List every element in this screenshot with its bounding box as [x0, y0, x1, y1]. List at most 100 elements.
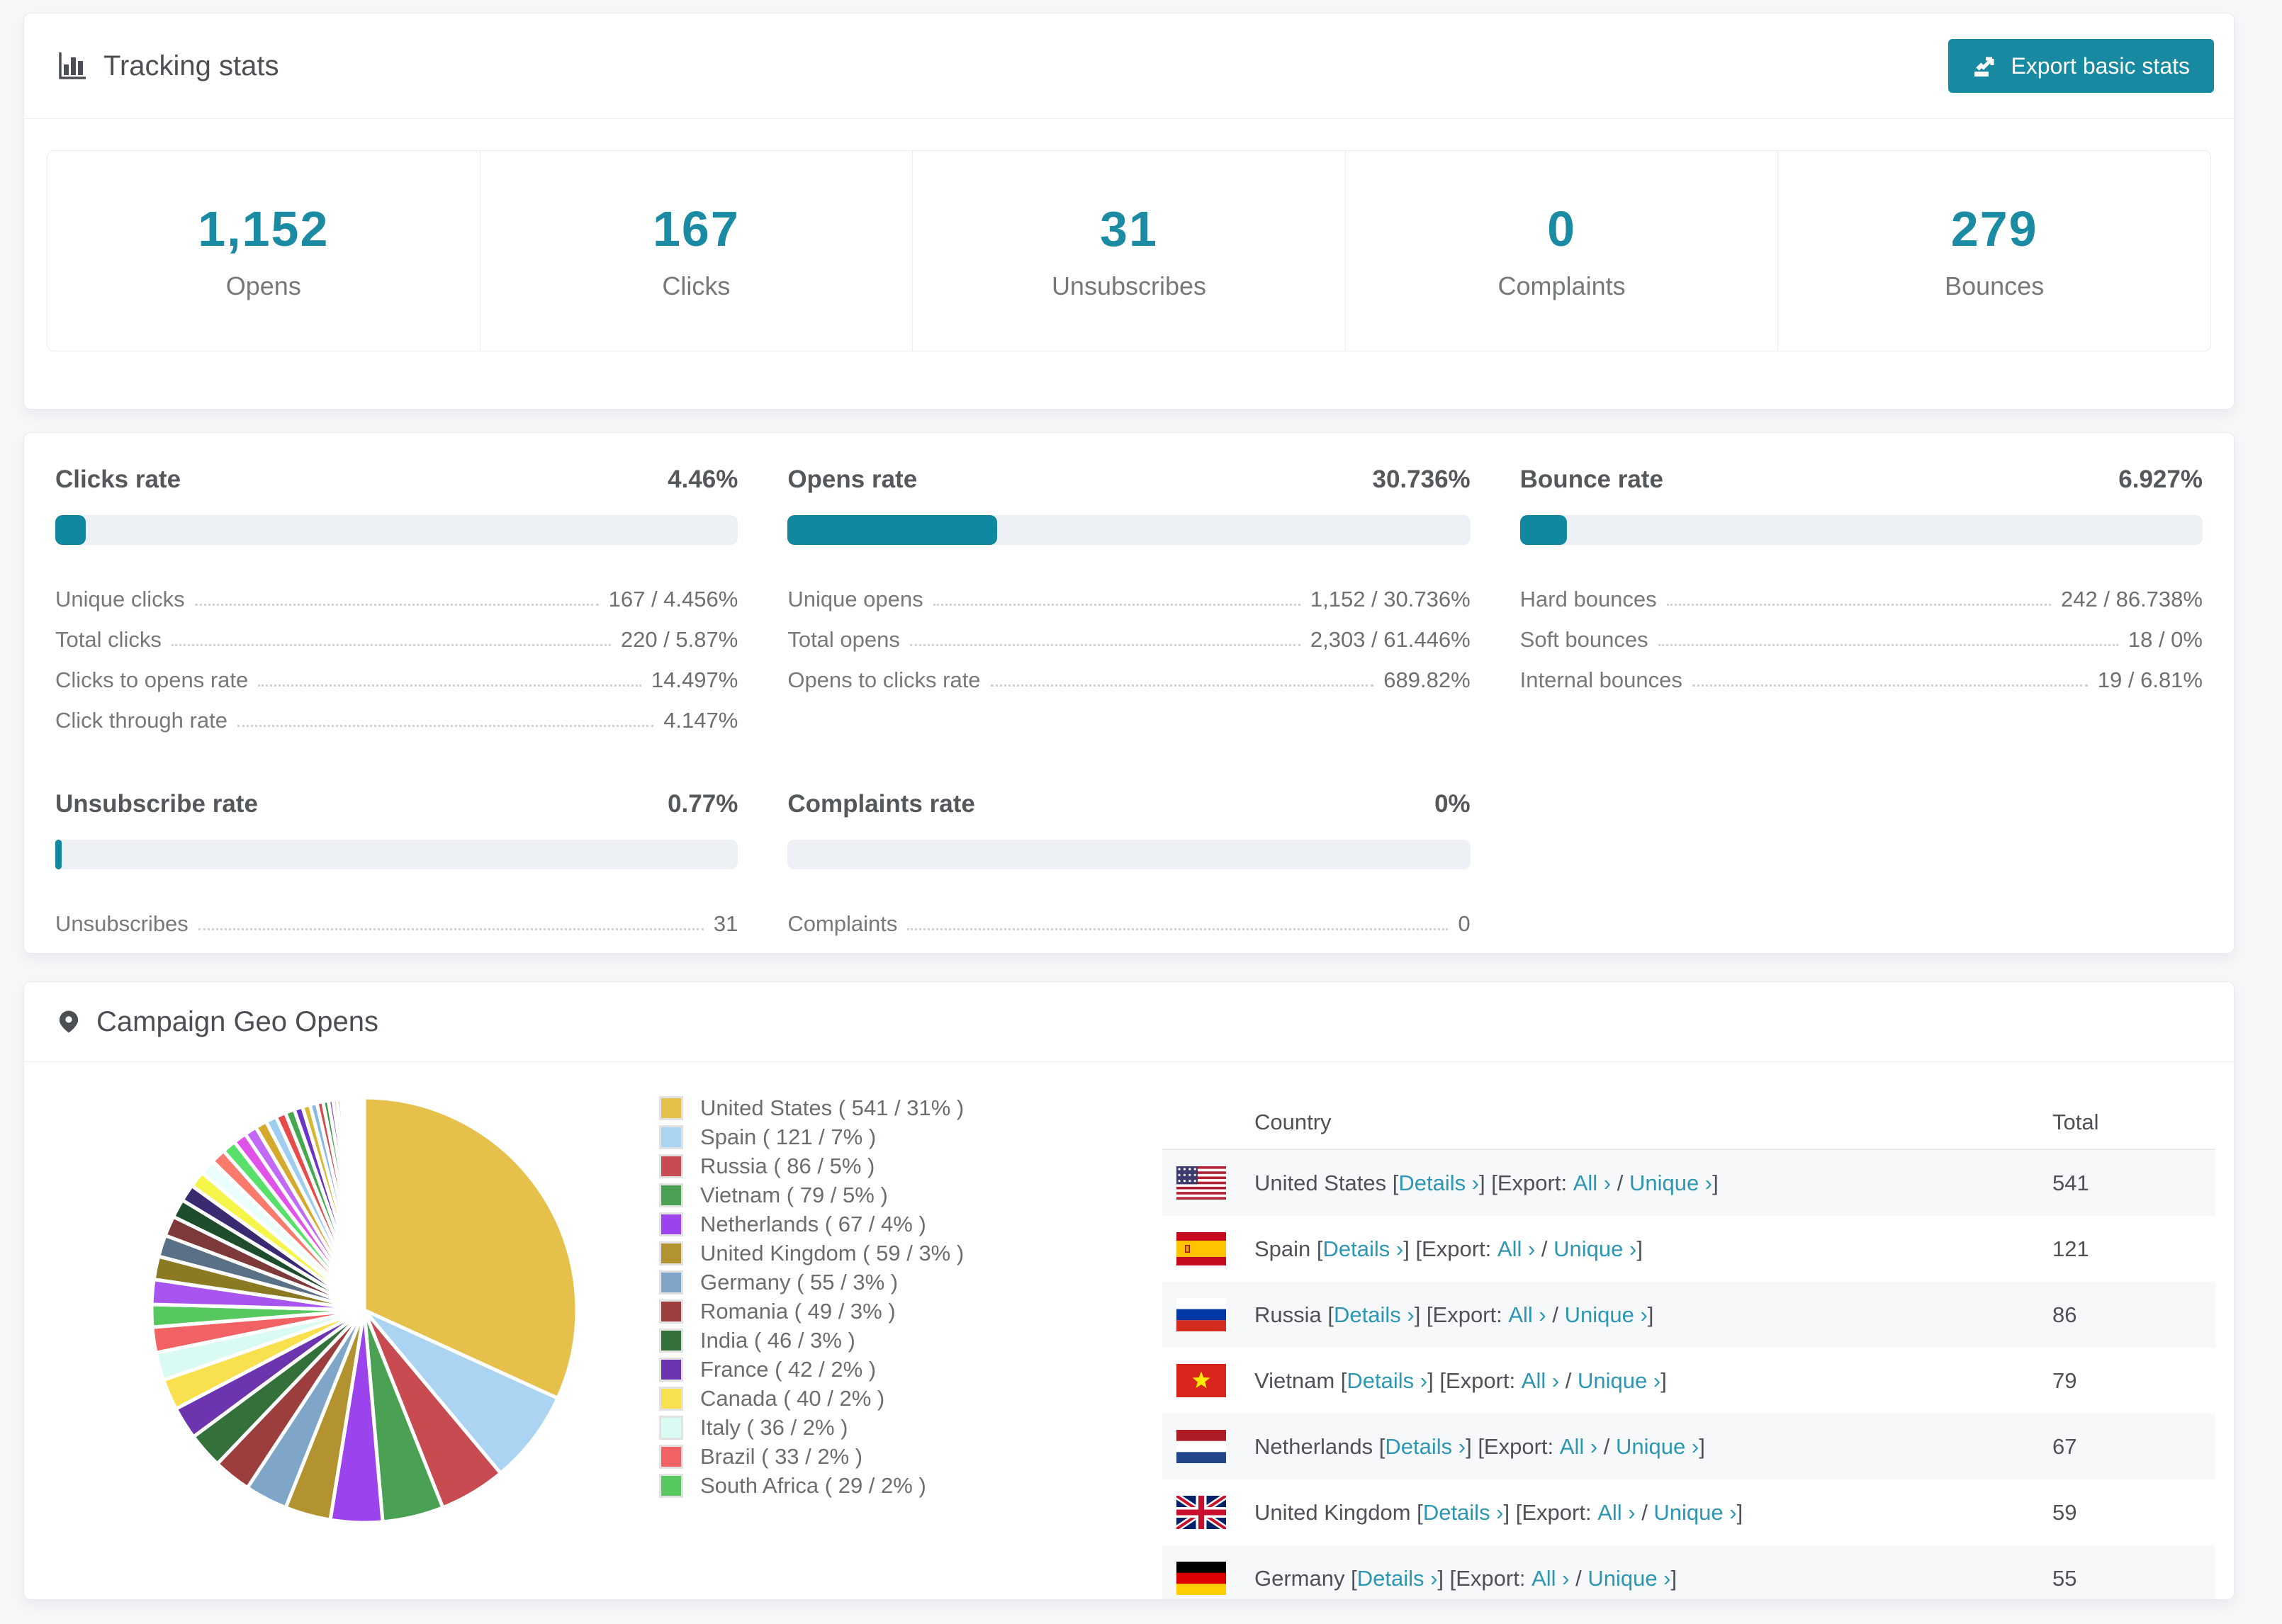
dotted-leader [933, 604, 1300, 606]
bracket-close: ] [1736, 1499, 1743, 1525]
dotted-leader [171, 644, 611, 646]
country-name: Spain [ [1254, 1236, 1323, 1261]
legend-label: United States ( 541 / 31% ) [700, 1095, 965, 1120]
export-unique-link[interactable]: Unique › [1653, 1500, 1736, 1526]
export-unique-link[interactable]: Unique › [1616, 1434, 1699, 1460]
rate-row: Unique opens 1,152 / 30.736% [787, 572, 1470, 612]
rate-progress-bar [55, 515, 738, 545]
export-all-link[interactable]: All › [1522, 1368, 1559, 1394]
export-all-link[interactable]: All › [1560, 1434, 1597, 1460]
export-label: ] [Export: [1466, 1433, 1560, 1459]
details-link[interactable]: Details › [1357, 1566, 1438, 1591]
slash: / [1546, 1302, 1565, 1327]
total-cell: 67 [2052, 1433, 2077, 1459]
rate-row-label: Total opens [787, 627, 900, 652]
export-basic-stats-button[interactable]: Export basic stats [1948, 39, 2214, 93]
stat-label: Unsubscribes [1051, 271, 1207, 300]
export-all-link[interactable]: All › [1573, 1171, 1611, 1196]
rate-row: Clicks to opens rate 14.497% [55, 653, 738, 693]
total-cell: 79 [2052, 1368, 2077, 1393]
legend-swatch [659, 1183, 683, 1207]
stat-cell-unsubscribes: 31 Unsubscribes [912, 151, 1345, 351]
details-link[interactable]: Details › [1334, 1302, 1415, 1328]
legend-item: Canada ( 40 / 2% ) [659, 1384, 1120, 1413]
legend-label: Italy ( 36 / 2% ) [700, 1414, 848, 1440]
export-label: ] [Export: [1414, 1302, 1509, 1327]
export-unique-link[interactable]: Unique › [1578, 1368, 1660, 1394]
country-name: Germany [ [1254, 1565, 1357, 1591]
total-cell: 121 [2052, 1236, 2089, 1261]
dotted-leader [909, 644, 1300, 646]
table-row: Spain [Details ›] [Export: All › / Uniqu… [1162, 1216, 2215, 1282]
export-all-link[interactable]: All › [1508, 1302, 1546, 1328]
export-unique-link[interactable]: Unique › [1565, 1302, 1648, 1328]
country-flag-nl [1176, 1430, 1226, 1463]
details-link[interactable]: Details › [1323, 1236, 1404, 1262]
export-unique-link[interactable]: Unique › [1553, 1236, 1636, 1262]
details-link[interactable]: Details › [1398, 1171, 1479, 1196]
total-cell: 55 [2052, 1565, 2077, 1591]
dotted-leader [258, 684, 641, 687]
bracket-close: ] [1670, 1565, 1677, 1591]
rate-rows: Hard bounces 242 / 86.738% Soft bounces 18 … [1520, 572, 2203, 693]
stat-label: Complaints [1497, 271, 1626, 300]
export-label: ] [Export: [1479, 1170, 1573, 1195]
table-row: Netherlands [Details ›] [Export: All › /… [1162, 1414, 2215, 1479]
slash: / [1597, 1433, 1616, 1459]
rate-row-value: 18 / 0% [2128, 627, 2203, 652]
rate-row-label: Total clicks [55, 627, 162, 652]
legend-item: United Kingdom ( 59 / 3% ) [659, 1239, 1120, 1268]
page-title: Tracking stats [103, 50, 279, 81]
export-label: ] [Export: [1503, 1499, 1598, 1525]
rate-row-value: 2,303 / 61.446% [1310, 627, 1471, 652]
legend-label: France ( 42 / 2% ) [700, 1356, 877, 1382]
geo-table: Country Total United States [Details ›] … [1162, 1096, 2215, 1599]
export-button-label: Export basic stats [2011, 52, 2190, 79]
export-unique-link[interactable]: Unique › [1629, 1171, 1712, 1196]
details-link[interactable]: Details › [1423, 1500, 1504, 1526]
export-all-link[interactable]: All › [1531, 1566, 1569, 1591]
legend-label: Vietnam ( 79 / 5% ) [700, 1182, 888, 1207]
export-label: ] [Export: [1437, 1565, 1532, 1591]
legend-label: Russia ( 86 / 5% ) [700, 1153, 875, 1178]
rate-row: Unsubscribes 31 [55, 896, 738, 937]
rate-rows: Unsubscribes 31 [55, 896, 738, 937]
country-cell: Spain [Details ›] [Export: All › / Uniqu… [1254, 1236, 2052, 1262]
rate-block-clicks: Clicks rate 4.46% Unique clicks 167 / 4.456… [55, 454, 738, 733]
rate-head: Clicks rate 4.46% [55, 454, 738, 515]
stat-value: 0 [1547, 201, 1577, 256]
dotted-leader [1658, 644, 2118, 646]
stat-cell-complaints: 0 Complaints [1344, 151, 1778, 351]
legend-label: India ( 46 / 3% ) [700, 1327, 855, 1353]
legend-label: Brazil ( 33 / 2% ) [700, 1443, 863, 1469]
legend-label: Canada ( 40 / 2% ) [700, 1385, 885, 1411]
slash: / [1569, 1565, 1588, 1591]
geo-table-header: Country Total [1162, 1096, 2215, 1150]
details-link[interactable]: Details › [1347, 1368, 1427, 1394]
total-cell: 86 [2052, 1302, 2077, 1327]
rate-progress-bar [55, 840, 738, 869]
legend-label: Germany ( 55 / 3% ) [700, 1269, 899, 1295]
country-flag-es [1176, 1232, 1226, 1265]
rate-row-value: 31 [713, 911, 738, 936]
rate-rows: Complaints 0 [787, 896, 1470, 937]
country-flag-de [1176, 1562, 1226, 1595]
dotted-leader [1692, 684, 2088, 687]
export-all-link[interactable]: All › [1597, 1500, 1635, 1526]
country-cell: Russia [Details ›] [Export: All › / Uniq… [1254, 1302, 2052, 1328]
legend-swatch [659, 1473, 683, 1498]
total-cell: 59 [2052, 1499, 2077, 1525]
rate-title: Unsubscribe rate [55, 790, 258, 818]
slash: / [1611, 1170, 1629, 1195]
export-all-link[interactable]: All › [1497, 1236, 1535, 1262]
details-link[interactable]: Details › [1385, 1434, 1466, 1460]
table-row: United States [Details ›] [Export: All ›… [1162, 1150, 2215, 1216]
legend-swatch [659, 1154, 683, 1178]
export-unique-link[interactable]: Unique › [1587, 1566, 1670, 1591]
rate-title: Opens rate [787, 466, 918, 493]
legend-swatch [659, 1124, 683, 1149]
export-label: ] [Export: [1403, 1236, 1497, 1261]
rate-head: Complaints rate 0% [787, 779, 1470, 840]
dotted-leader [198, 928, 704, 930]
rate-value: 0.77% [668, 790, 738, 818]
